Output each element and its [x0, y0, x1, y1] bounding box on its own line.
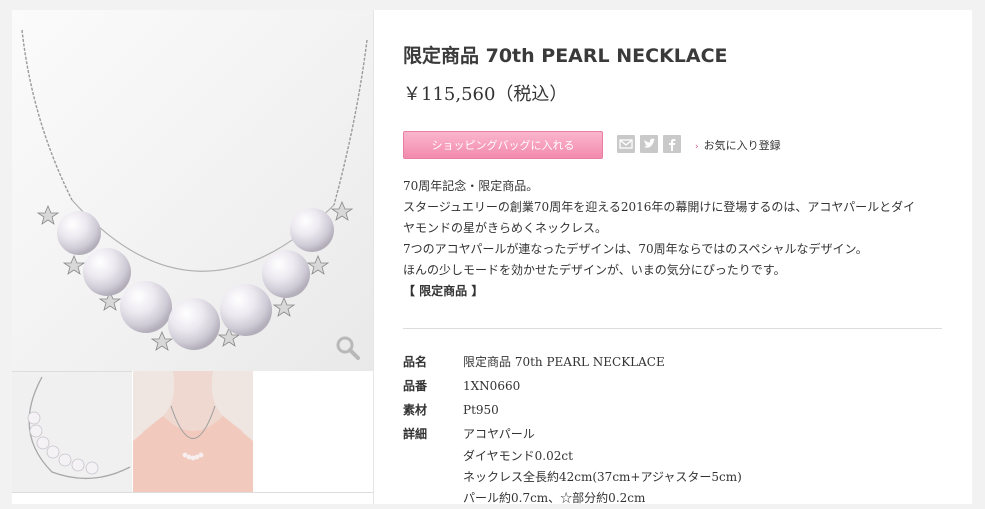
thumbnail-model[interactable] — [133, 371, 253, 492]
thumbnail-row — [12, 371, 373, 493]
spec-row-name: 品名 限定商品 70th PEARL NECKLACE — [403, 350, 742, 374]
add-to-favorites-link[interactable]: › お気に入り登録 — [695, 137, 781, 153]
spec-value: アコヤパール ダイヤモンド0.02ct ネックレス全長約42cm(37cm+アジ… — [463, 422, 742, 509]
detail-line: アコヤパール — [463, 427, 535, 441]
necklace-illustration — [21, 29, 368, 351]
spec-value: Pt950 — [463, 403, 499, 417]
favorite-label: お気に入り登録 — [703, 139, 781, 152]
description-line: スタージュエリーの創業70周年を迎える2016年の幕開けに登場するのは、アコヤパ… — [403, 200, 916, 214]
spec-label: 品番 — [403, 379, 428, 393]
twitter-icon[interactable] — [640, 135, 658, 153]
description-line: ほんの少しモードを効かせたデザインが、いまの気分にぴったりです。 — [403, 263, 786, 277]
spec-label: 素材 — [403, 403, 428, 417]
spec-label: 品名 — [403, 355, 428, 369]
spec-value: 限定商品 70th PEARL NECKLACE — [463, 355, 665, 369]
detail-line: パール約0.7cm、☆部分約0.2cm — [463, 491, 646, 505]
column-divider — [373, 10, 374, 504]
spec-row-details: 詳細 アコヤパール ダイヤモンド0.02ct ネックレス全長約42cm(37cm… — [403, 422, 742, 509]
add-to-bag-button[interactable]: ショッピングバッグに入れる — [403, 131, 603, 159]
zoom-icon[interactable] — [335, 335, 361, 361]
detail-line: ネックレス全長約42cm(37cm+アジャスター5cm) — [463, 470, 742, 484]
spec-value: 1XN0660 — [463, 379, 521, 393]
facebook-icon[interactable] — [663, 135, 681, 153]
mail-icon[interactable] — [617, 135, 635, 153]
spec-row-number: 品番 1XN0660 — [403, 374, 742, 398]
section-divider — [403, 328, 942, 329]
description-line: ヤモンドの星がきらめくネックレス。 — [403, 221, 608, 235]
thumbnail-necklace[interactable] — [12, 371, 132, 493]
product-price: ￥115,560（税込） — [403, 84, 568, 105]
main-product-image[interactable] — [12, 10, 373, 371]
chevron-right-icon: › — [695, 142, 699, 152]
description-line: 7つのアコヤパールが連なったデザインは、70周年ならではのスペシャルなデザイン。 — [403, 242, 868, 256]
product-description: 70周年記念・限定商品。 スタージュエリーの創業70周年を迎える2016年の幕開… — [403, 176, 963, 302]
product-card: 限定商品 70th PEARL NECKLACE ￥115,560（税込） ショ… — [12, 10, 972, 505]
spec-row-material: 素材 Pt950 — [403, 398, 742, 422]
spec-label: 詳細 — [403, 427, 428, 441]
gallery-bottom-divider — [12, 492, 373, 493]
product-title: 限定商品 70th PEARL NECKLACE — [403, 45, 728, 67]
description-line: 70周年記念・限定商品。 — [403, 179, 539, 193]
detail-line: ダイヤモンド0.02ct — [463, 449, 573, 463]
spec-table: 品名 限定商品 70th PEARL NECKLACE 品番 1XN0660 素… — [403, 350, 742, 509]
limited-tag: 【 限定商品 】 — [403, 284, 484, 298]
